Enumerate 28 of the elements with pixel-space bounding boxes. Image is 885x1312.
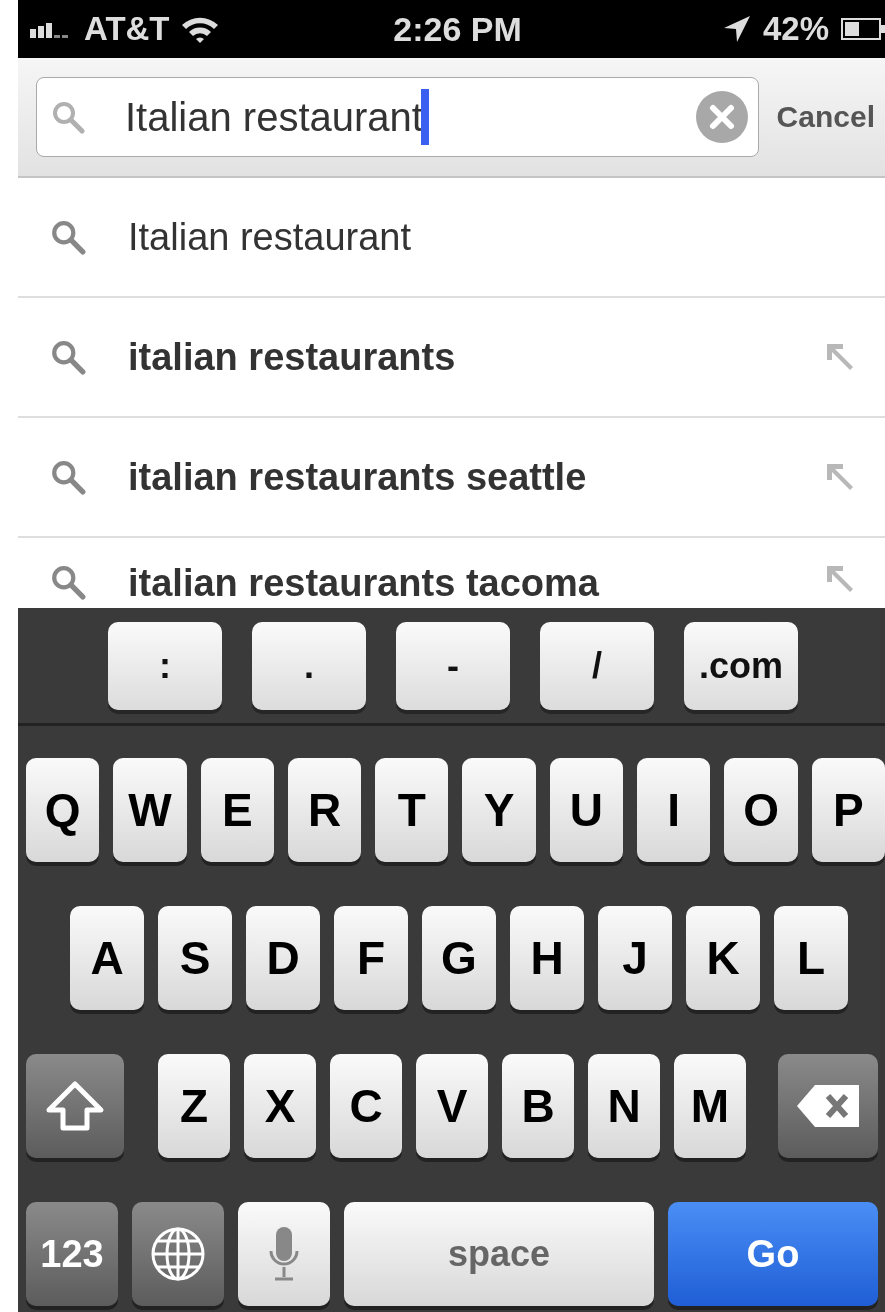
location-arrow-icon: [722, 15, 751, 43]
microphone-icon: [268, 1225, 300, 1283]
arrow-up-left-icon[interactable]: [825, 462, 855, 492]
suggestion-text: italian restaurants seattle: [128, 455, 588, 499]
search-field[interactable]: Italian restaurant: [36, 77, 759, 157]
carrier-label: AT&T: [84, 10, 170, 48]
battery-icon: [841, 17, 885, 41]
search-icon: [50, 459, 86, 495]
cancel-button[interactable]: Cancel: [776, 100, 875, 134]
backspace-icon: [795, 1083, 861, 1129]
search-icon: [51, 100, 85, 134]
search-icon: [50, 219, 86, 255]
suggestion-row[interactable]: italian restaurants seattle: [18, 418, 885, 538]
search-icon: [50, 339, 86, 375]
battery-percent: 42%: [762, 10, 829, 48]
arrow-up-left-icon[interactable]: [825, 342, 855, 372]
clock-time: 2:26 PM: [393, 9, 522, 49]
search-icon: [50, 564, 86, 600]
globe-icon: [150, 1226, 206, 1282]
suggestion-text: italian restaurants: [128, 335, 457, 379]
shift-arrow-icon: [45, 1080, 105, 1132]
suggestion-text: Italian restaurant: [128, 215, 413, 259]
arrow-up-left-icon[interactable]: [825, 564, 855, 594]
clear-icon[interactable]: [695, 91, 748, 143]
text-cursor: [420, 89, 429, 145]
suggestion-text: italian restaurants tacoma: [128, 564, 600, 602]
suggestion-row[interactable]: Italian restaurant: [18, 178, 885, 298]
suggestion-row[interactable]: italian restaurants: [18, 298, 885, 418]
